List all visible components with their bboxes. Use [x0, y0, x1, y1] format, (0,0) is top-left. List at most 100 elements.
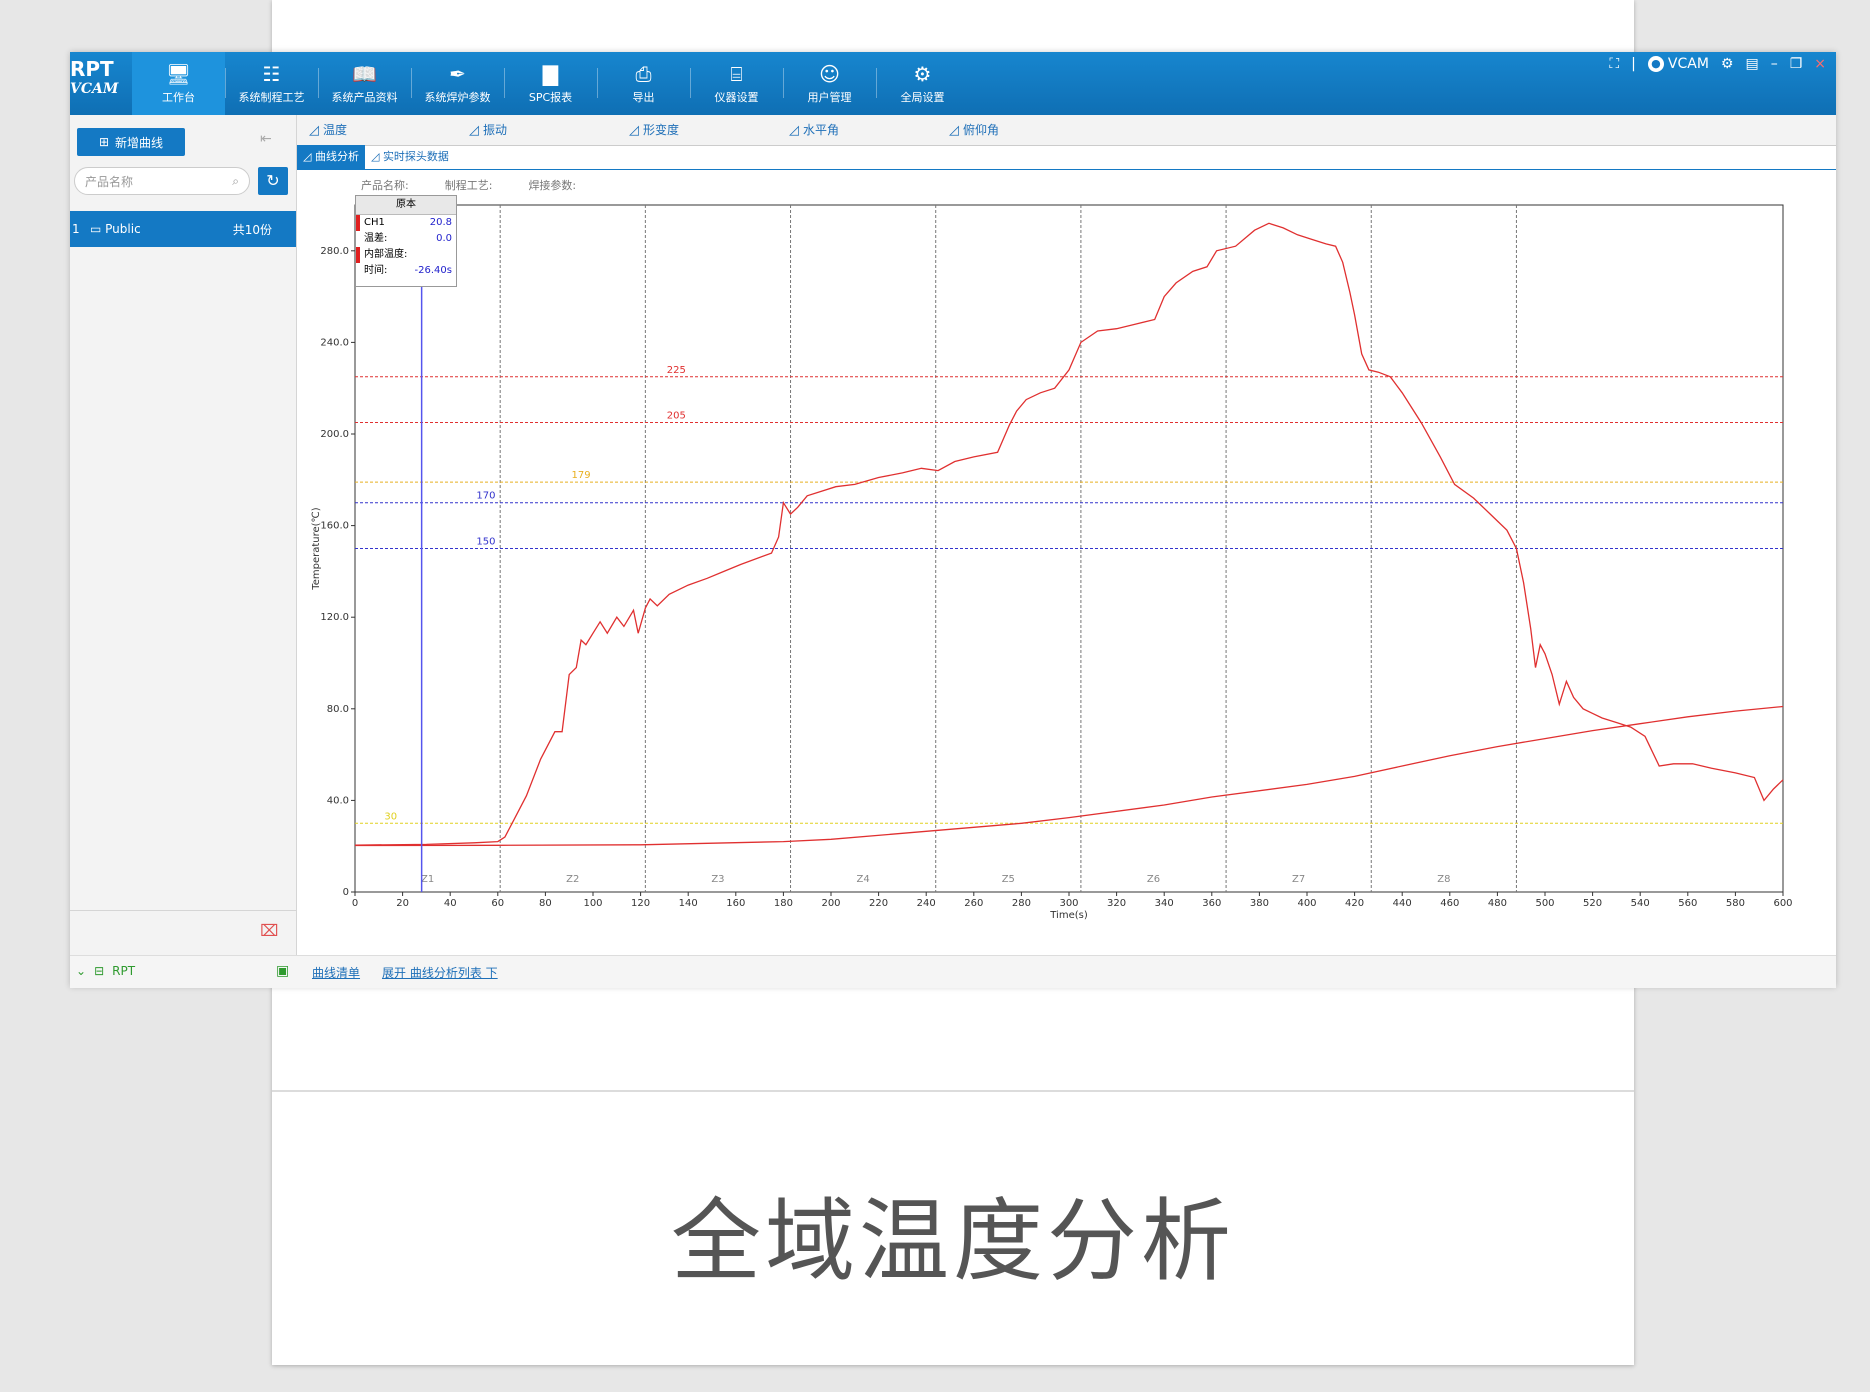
app-window: RPT VCAM 🖥 工作台 ☷ 系统制程工艺 📖 系统产品资料 ✒ 系统焊炉参数 ▇ SPC报表…: [70, 52, 1836, 988]
tab-2[interactable]: ◿ 形变度: [617, 115, 777, 145]
info-field-2: 焊接参数:: [528, 179, 577, 192]
subtab-0[interactable]: ◿ 曲线分析: [297, 145, 365, 169]
x-tick-label: 60: [491, 898, 504, 909]
user-name: VCAM: [1667, 56, 1709, 72]
y-tick-label: 280.0: [320, 246, 349, 257]
folder-item-public[interactable]: 1 ▭ Public 共10份: [70, 211, 296, 247]
nav-item-7[interactable]: ☺ 用户管理: [783, 52, 876, 115]
refresh-icon: ↻: [266, 171, 280, 190]
x-tick-label: 480: [1488, 898, 1507, 909]
add-curve-button[interactable]: ⊞ 新增曲线: [77, 128, 185, 156]
line-chart-icon: ◿: [789, 123, 799, 138]
nav-label: 系统制程工艺: [238, 91, 305, 104]
x-tick-label: 300: [1059, 898, 1078, 909]
subtab-1[interactable]: ◿ 实时探头数据: [365, 145, 455, 169]
collapse-sidebar-icon[interactable]: ⇤: [260, 131, 272, 147]
x-tick-label: 0: [352, 898, 358, 909]
nav-item-0[interactable]: 🖥 工作台: [132, 52, 225, 115]
id-card-icon[interactable]: ▤: [1745, 56, 1758, 72]
x-tick-label: 440: [1393, 898, 1412, 909]
zone-label: Z4: [857, 874, 870, 885]
line-chart-icon: ◿: [370, 150, 383, 163]
search-placeholder: 产品名称: [85, 174, 134, 189]
threshold-label: 30: [384, 811, 397, 822]
x-tick-label: 260: [964, 898, 983, 909]
x-tick-label: 200: [821, 898, 840, 909]
x-tick-label: 240: [917, 898, 936, 909]
main-nav: 🖥 工作台 ☷ 系统制程工艺 📖 系统产品资料 ✒ 系统焊炉参数 ▇ SPC报表 ⎙ 导出 ⌸ 仪器设置 ☺…: [132, 52, 969, 115]
nav-label: 工作台: [162, 91, 195, 104]
tooltip-inner-row: 内部温度:: [356, 247, 456, 263]
settings-icon[interactable]: ⚙: [1721, 56, 1734, 72]
page-caption: 全域温度分析: [671, 1189, 1235, 1294]
search-input[interactable]: 产品名称 ⌕: [74, 167, 250, 195]
add-curve-label: 新增曲线: [115, 135, 164, 150]
line-chart-icon: ◿: [949, 123, 959, 138]
x-tick-label: 580: [1726, 898, 1745, 909]
window-controls: ⛶ | ● VCAM ⚙ ▤ – ❐ ×: [1609, 56, 1826, 72]
info-field-1: 制程工艺:: [444, 179, 493, 192]
device-item[interactable]: ⌄ ⊟ RPT: [76, 964, 135, 978]
threshold-label: 205: [667, 411, 686, 422]
tab-4[interactable]: ◿ 俯仰角: [937, 115, 1097, 145]
user-icon: ●: [1647, 56, 1664, 72]
threshold-label: 225: [667, 365, 686, 376]
line-chart-icon: ◿: [629, 123, 639, 138]
zone-label: Z7: [1292, 874, 1305, 885]
clear-icon[interactable]: ⌧: [260, 921, 278, 940]
tab-3[interactable]: ◿ 水平角: [777, 115, 937, 145]
y-tick-label: 240.0: [320, 337, 349, 348]
fullscreen-icon[interactable]: ⛶: [1609, 56, 1619, 72]
add-folder-icon: ⊞: [98, 135, 110, 149]
nav-item-5[interactable]: ⎙ 导出: [597, 52, 690, 115]
x-tick-label: 420: [1345, 898, 1364, 909]
x-tick-label: 340: [1155, 898, 1174, 909]
y-tick-label: 200.0: [320, 429, 349, 440]
sub-tabs: ◿ 曲线分析 ◿ 实时探头数据: [297, 145, 1836, 170]
nav-item-1[interactable]: ☷ 系统制程工艺: [225, 52, 318, 115]
tab-label: 形变度: [643, 123, 680, 137]
x-tick-label: 540: [1631, 898, 1650, 909]
tooltip-inner-label: 内部温度:: [364, 249, 408, 260]
close-icon[interactable]: ×: [1814, 56, 1826, 72]
sidebar: ⊞ 新增曲线 ⇤ 产品名称 ⌕ ↻ 1 ▭ Public 共10份 ⌧: [70, 115, 297, 955]
tooltip-ch-value: 20.8: [429, 217, 452, 228]
curve-list-link[interactable]: 曲线清单: [312, 964, 360, 981]
chart-canvas[interactable]: Z1 Z2 Z3 Z4 Z5 Z6 Z7 Z8225205179170150300 20 40 60…: [297, 195, 1836, 955]
threshold-label: 150: [476, 537, 495, 548]
tab-1[interactable]: ◿ 振动: [457, 115, 617, 145]
nav-item-8[interactable]: ⚙ 全局设置: [876, 52, 969, 115]
tab-0[interactable]: ◿ 温度: [297, 115, 457, 145]
zone-label: Z8: [1437, 874, 1450, 885]
network-icon: ⊟: [94, 964, 105, 978]
x-tick-label: 400: [1297, 898, 1316, 909]
nav-item-2[interactable]: 📖 系统产品资料: [318, 52, 411, 115]
divider: [70, 910, 296, 911]
chevron-down-icon[interactable]: ⌄: [76, 964, 86, 978]
y-tick-label: 160.0: [320, 521, 349, 532]
book-icon: 📖: [352, 62, 377, 86]
app-logo: RPT VCAM: [70, 58, 130, 108]
x-tick-label: 140: [679, 898, 698, 909]
user-menu[interactable]: ● VCAM: [1647, 56, 1709, 72]
nav-item-6[interactable]: ⌸ 仪器设置: [690, 52, 783, 115]
x-tick-label: 280: [1012, 898, 1031, 909]
nav-label: 系统产品资料: [331, 91, 398, 104]
y-tick-label: 40.0: [327, 795, 349, 806]
bar-chart-icon: ▇: [542, 62, 559, 86]
x-tick-label: 320: [1107, 898, 1126, 909]
nav-item-4[interactable]: ▇ SPC报表: [504, 52, 597, 115]
minimize-icon[interactable]: –: [1771, 56, 1778, 72]
search-icon[interactable]: ⌕: [232, 174, 239, 189]
tooltip-time-row: 时间: -26.40s: [356, 263, 456, 279]
tooltip-time-value: -26.40s: [414, 265, 452, 276]
y-axis-label: Temperature(℃): [311, 507, 322, 590]
restore-icon[interactable]: ❐: [1790, 56, 1803, 72]
expand-list-link[interactable]: 展开 曲线分析列表 下: [382, 964, 498, 981]
nav-item-3[interactable]: ✒ 系统焊炉参数: [411, 52, 504, 115]
x-tick-label: 360: [1202, 898, 1221, 909]
status-bar: ⌄ ⊟ RPT ▣ 曲线清单 展开 曲线分析列表 下: [70, 955, 1836, 988]
tooltip-diff-row: 温差: 0.0: [356, 231, 456, 247]
refresh-button[interactable]: ↻: [258, 167, 288, 195]
x-tick-label: 220: [869, 898, 888, 909]
